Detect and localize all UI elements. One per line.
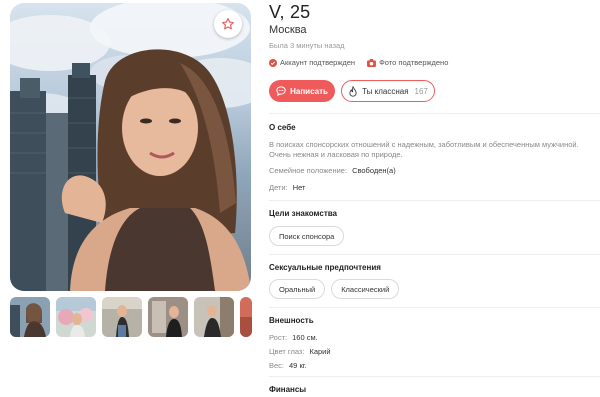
finance-title: Финансы xyxy=(269,385,307,394)
weight-label: Вес: xyxy=(269,361,285,370)
weight-row: Вес: 49 кг. xyxy=(269,361,307,370)
divider xyxy=(269,376,600,377)
preference-chip: Классический xyxy=(331,279,400,299)
divider xyxy=(269,113,600,114)
divider xyxy=(269,307,600,308)
photo-thumbnail[interactable] xyxy=(194,297,234,337)
last-seen: Была 3 минуты назад xyxy=(269,41,345,50)
appearance-title: Внешность xyxy=(269,316,314,325)
photo-thumbnail[interactable] xyxy=(240,297,252,337)
flame-icon xyxy=(349,85,357,97)
preference-chip: Оральный xyxy=(269,279,326,299)
kids-value: Нет xyxy=(292,183,306,192)
about-text: В поисках спонсорских отношений с надежн… xyxy=(269,140,579,159)
eye-color-row: Цвет глаз: Карий xyxy=(269,347,331,356)
kids-row: Дети: Нет xyxy=(269,183,306,192)
divider xyxy=(269,254,600,255)
photo-thumbnail[interactable] xyxy=(10,297,50,337)
sexual-preferences-chips: Оральный Классический xyxy=(269,279,400,299)
photo-thumbnail[interactable] xyxy=(102,297,142,337)
account-verified-text: Аккаунт подтвержден xyxy=(280,58,356,67)
like-count: 167 xyxy=(414,86,428,96)
sexual-preferences-title: Сексуальные предпочтения xyxy=(269,263,381,272)
profile-city: Москва xyxy=(269,24,307,36)
eye-color-value: Карий xyxy=(309,347,331,356)
eye-color-label: Цвет глаз: xyxy=(269,347,305,356)
marital-status-row: Семейное положение: Свободен(а) xyxy=(269,166,396,175)
height-row: Рост: 160 см. xyxy=(269,333,318,342)
account-verified-badge: Аккаунт подтвержден xyxy=(269,58,355,67)
about-title: О себе xyxy=(269,123,296,132)
profile-name-age: V, 25 xyxy=(269,2,311,22)
height-label: Рост: xyxy=(269,333,288,342)
main-profile-photo[interactable] xyxy=(10,3,251,291)
photo-thumbnail[interactable] xyxy=(148,297,188,337)
photo-thumbnail[interactable] xyxy=(56,297,96,337)
goal-chip: Поиск спонсора xyxy=(269,226,345,246)
photo-thumbnails xyxy=(10,297,252,337)
goals-title: Цели знакомства xyxy=(269,209,337,218)
star-icon xyxy=(222,18,234,30)
height-value: 160 см. xyxy=(292,333,318,342)
profile-actions: Написать Ты классная 167 xyxy=(269,80,435,102)
marital-status-value: Свободен(а) xyxy=(352,166,396,175)
photo-verified-text: Фото подтверждено xyxy=(379,58,449,67)
photo-verified-badge: Фото подтверждено xyxy=(367,58,448,67)
favorite-button[interactable] xyxy=(214,10,242,38)
like-button[interactable]: Ты классная 167 xyxy=(341,80,435,102)
weight-value: 49 кг. xyxy=(289,361,307,370)
write-message-button[interactable]: Написать xyxy=(269,80,335,102)
write-message-label: Написать xyxy=(290,86,328,96)
like-label: Ты классная xyxy=(362,86,409,96)
check-circle-icon xyxy=(269,58,277,67)
divider xyxy=(269,200,600,201)
goals-chips: Поиск спонсора xyxy=(269,226,345,246)
camera-icon xyxy=(367,58,377,67)
marital-status-label: Семейное положение: xyxy=(269,166,348,175)
verification-badges: Аккаунт подтвержден Фото подтверждено xyxy=(269,58,448,67)
kids-label: Дети: xyxy=(269,183,288,192)
chat-bubble-icon xyxy=(276,86,286,96)
